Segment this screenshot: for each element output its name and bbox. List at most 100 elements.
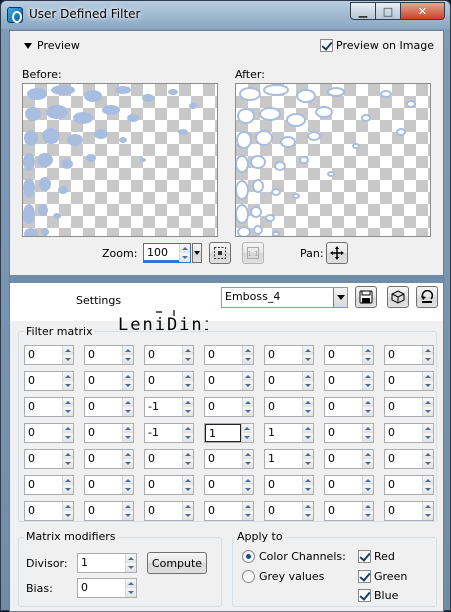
spin-down-icon[interactable] xyxy=(243,381,253,390)
spin-down-icon[interactable] xyxy=(63,381,73,390)
spin-down-icon[interactable] xyxy=(363,355,373,364)
matrix-cell-value[interactable]: 0 xyxy=(25,424,62,442)
spin-down-icon[interactable] xyxy=(243,485,253,494)
spin-up-icon[interactable] xyxy=(303,450,313,459)
matrix-cell[interactable]: 0 xyxy=(204,475,254,495)
matrix-cell-value[interactable]: 0 xyxy=(145,346,182,364)
matrix-cell-spinner[interactable] xyxy=(242,450,253,468)
spin-up-icon[interactable] xyxy=(303,424,313,433)
zoom-input[interactable]: 100 xyxy=(143,243,191,263)
matrix-cell-spinner[interactable] xyxy=(302,372,313,390)
matrix-cell[interactable]: 0 xyxy=(324,345,374,365)
spin-down-icon[interactable] xyxy=(303,355,313,364)
matrix-cell-spinner[interactable] xyxy=(302,398,313,416)
green-checkbox[interactable] xyxy=(358,570,371,583)
matrix-cell[interactable]: 0 xyxy=(144,345,194,365)
matrix-cell[interactable]: 0 xyxy=(264,345,314,365)
matrix-cell-spinner[interactable] xyxy=(122,502,133,520)
matrix-cell[interactable]: 0 xyxy=(324,475,374,495)
spin-up-icon[interactable] xyxy=(123,398,133,407)
matrix-cell-spinner[interactable] xyxy=(422,346,433,364)
matrix-cell-value[interactable]: 0 xyxy=(85,346,122,364)
bias-up-icon[interactable] xyxy=(126,579,136,588)
spin-down-icon[interactable] xyxy=(363,381,373,390)
matrix-cell-spinner[interactable] xyxy=(241,424,252,442)
red-label[interactable]: Red xyxy=(374,550,395,563)
matrix-cell-value[interactable]: 0 xyxy=(25,346,62,364)
spin-up-icon[interactable] xyxy=(63,476,73,485)
resource-manager-button[interactable] xyxy=(387,286,409,308)
matrix-cell-value[interactable]: 1 xyxy=(205,424,241,442)
spin-down-icon[interactable] xyxy=(63,511,73,520)
matrix-cell-value[interactable]: 0 xyxy=(385,476,422,494)
matrix-cell-value[interactable]: -1 xyxy=(145,424,182,442)
spin-up-icon[interactable] xyxy=(423,372,433,381)
matrix-cell-spinner[interactable] xyxy=(182,424,193,442)
matrix-cell-spinner[interactable] xyxy=(62,476,73,494)
blue-checkbox[interactable] xyxy=(358,589,371,602)
spin-up-icon[interactable] xyxy=(363,450,373,459)
grey-values-label[interactable]: Grey values xyxy=(259,570,324,583)
matrix-cell[interactable]: 0 xyxy=(264,397,314,417)
matrix-cell-value[interactable]: 1 xyxy=(265,450,302,468)
preset-dropdown-icon[interactable] xyxy=(333,288,347,307)
matrix-cell-spinner[interactable] xyxy=(242,346,253,364)
spin-up-icon[interactable] xyxy=(63,502,73,511)
spin-down-icon[interactable] xyxy=(423,459,433,468)
spin-down-icon[interactable] xyxy=(363,459,373,468)
spin-down-icon[interactable] xyxy=(243,511,253,520)
matrix-cell[interactable]: -1 xyxy=(144,397,194,417)
matrix-cell-value[interactable]: 0 xyxy=(325,398,362,416)
spin-up-icon[interactable] xyxy=(303,502,313,511)
matrix-cell-value[interactable]: 0 xyxy=(265,346,302,364)
matrix-cell[interactable]: 0 xyxy=(264,475,314,495)
spin-down-icon[interactable] xyxy=(363,511,373,520)
actual-size-button[interactable]: 1:1 xyxy=(242,242,264,264)
spin-up-icon[interactable] xyxy=(243,372,253,381)
before-preview[interactable] xyxy=(22,83,218,237)
matrix-cell-value[interactable]: 0 xyxy=(325,346,362,364)
matrix-cell[interactable]: 1 xyxy=(264,449,314,469)
matrix-cell[interactable]: 0 xyxy=(144,475,194,495)
matrix-cell-spinner[interactable] xyxy=(182,398,193,416)
matrix-cell-spinner[interactable] xyxy=(122,424,133,442)
matrix-cell[interactable]: 0 xyxy=(84,371,134,391)
spin-up-icon[interactable] xyxy=(183,450,193,459)
preview-on-image-checkbox[interactable] xyxy=(320,39,333,52)
spin-down-icon[interactable] xyxy=(63,355,73,364)
matrix-cell-value[interactable]: 0 xyxy=(205,476,242,494)
minimize-button[interactable]: ▁ xyxy=(350,2,376,20)
spin-down-icon[interactable] xyxy=(63,459,73,468)
divisor-value[interactable]: 1 xyxy=(78,554,125,572)
matrix-cell[interactable]: 0 xyxy=(264,371,314,391)
matrix-cell-value[interactable]: 0 xyxy=(385,424,422,442)
spin-down-icon[interactable] xyxy=(183,459,193,468)
spin-up-icon[interactable] xyxy=(363,398,373,407)
matrix-cell[interactable]: 0 xyxy=(204,397,254,417)
spin-down-icon[interactable] xyxy=(303,433,313,442)
preview-on-image-label[interactable]: Preview on Image xyxy=(336,39,434,52)
matrix-cell[interactable]: 0 xyxy=(24,371,74,391)
matrix-cell[interactable]: 0 xyxy=(384,345,434,365)
matrix-cell-value[interactable]: 0 xyxy=(85,424,122,442)
spin-up-icon[interactable] xyxy=(423,424,433,433)
spin-up-icon[interactable] xyxy=(183,398,193,407)
matrix-cell-spinner[interactable] xyxy=(182,502,193,520)
spin-up-icon[interactable] xyxy=(183,346,193,355)
matrix-cell-spinner[interactable] xyxy=(302,346,313,364)
matrix-cell-value[interactable]: 0 xyxy=(25,372,62,390)
matrix-cell[interactable]: 0 xyxy=(324,501,374,521)
matrix-cell-value[interactable]: 0 xyxy=(85,372,122,390)
matrix-cell-value[interactable]: 0 xyxy=(145,450,182,468)
spin-down-icon[interactable] xyxy=(243,355,253,364)
divisor-input[interactable]: 1 xyxy=(77,553,137,573)
matrix-cell[interactable]: 0 xyxy=(204,371,254,391)
matrix-cell-spinner[interactable] xyxy=(362,450,373,468)
spin-down-icon[interactable] xyxy=(123,511,133,520)
spin-up-icon[interactable] xyxy=(123,372,133,381)
matrix-cell[interactable]: 0 xyxy=(384,371,434,391)
matrix-cell-spinner[interactable] xyxy=(362,476,373,494)
spin-down-icon[interactable] xyxy=(63,485,73,494)
matrix-cell-spinner[interactable] xyxy=(182,372,193,390)
matrix-cell-value[interactable]: 0 xyxy=(325,424,362,442)
